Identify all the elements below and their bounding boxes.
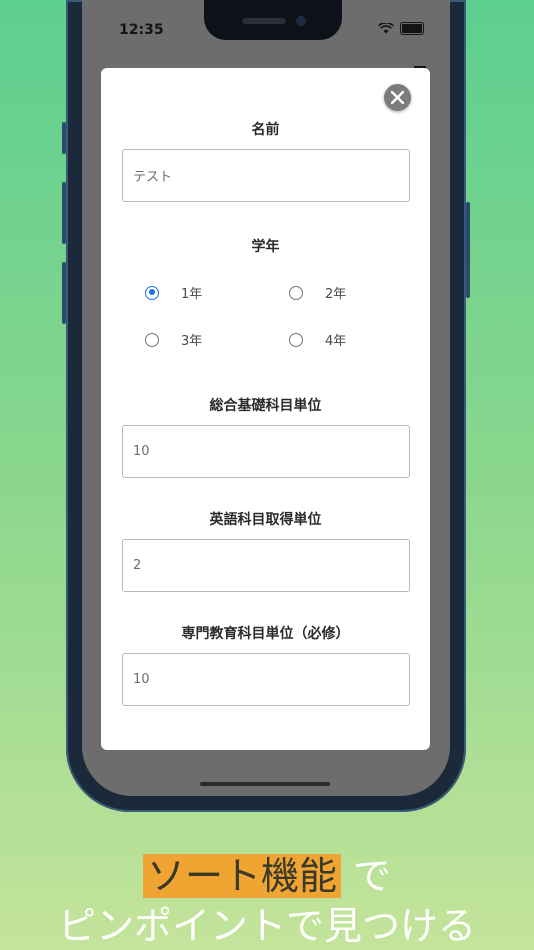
radio-unselected[interactable] — [145, 332, 159, 347]
specialized-credits-input[interactable] — [122, 653, 410, 706]
close-icon — [391, 91, 404, 104]
grade-radio-2[interactable]: 2年 — [289, 283, 346, 302]
english-credits-input[interactable] — [122, 539, 410, 592]
side-button — [62, 262, 66, 324]
caption-suffix: で — [340, 854, 392, 898]
status-time: 12:35 — [119, 22, 164, 38]
side-button — [62, 122, 66, 154]
caption-line-2: ピンポイントで見つける — [57, 904, 476, 948]
status-icons — [378, 22, 424, 35]
english-credits-label: 英語科目取得単位 — [209, 512, 322, 528]
radio-unselected[interactable] — [289, 285, 303, 300]
name-input[interactable] — [122, 149, 410, 202]
student-form-modal: 名前 学年 1年 2年 3年 4年 総合基礎科目単位 英語科目取得単位 専門教育… — [101, 68, 430, 750]
wifi-icon — [378, 23, 394, 34]
general-credits-input[interactable] — [122, 425, 410, 478]
caption-highlight: ソート機能 — [142, 854, 341, 898]
specialized-credits-label: 専門教育科目単位（必修） — [181, 626, 350, 642]
grade-option-label: 4年 — [325, 334, 347, 349]
close-button[interactable] — [384, 84, 411, 111]
caption-line-1: ソート機能 で — [0, 850, 534, 902]
grade-option-label: 1年 — [181, 287, 203, 302]
radio-unselected[interactable] — [289, 332, 303, 347]
name-label: 名前 — [251, 122, 280, 138]
grade-label: 学年 — [251, 239, 280, 255]
grade-option-label: 3年 — [181, 334, 203, 349]
grade-radio-4[interactable]: 4年 — [289, 330, 346, 349]
grade-option-label: 2年 — [325, 287, 347, 302]
side-button — [62, 182, 66, 244]
side-button — [466, 202, 470, 298]
grade-radio-1[interactable]: 1年 — [145, 283, 202, 302]
general-credits-label: 総合基礎科目単位 — [209, 398, 322, 414]
speaker — [242, 18, 286, 24]
grade-radio-3[interactable]: 3年 — [145, 330, 202, 349]
notch — [204, 0, 342, 40]
battery-icon — [400, 22, 424, 35]
camera — [296, 16, 306, 26]
home-indicator — [200, 782, 330, 786]
radio-selected[interactable] — [145, 285, 159, 300]
